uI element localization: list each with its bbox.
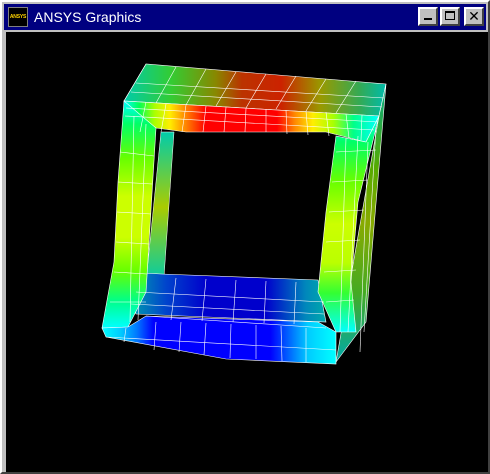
close-icon: ✕ — [468, 8, 480, 25]
app-icon-label: ANSYS — [9, 14, 27, 20]
fem-mesh-render — [101, 63, 387, 365]
minimize-button[interactable] — [418, 7, 438, 26]
minimize-icon — [424, 18, 432, 20]
ansys-graphics-window: ANSYS ANSYS Graphics ✕ — [0, 0, 490, 474]
maximize-icon — [445, 11, 455, 20]
ansys-app-icon[interactable]: ANSYS — [8, 7, 28, 27]
maximize-button[interactable] — [440, 7, 460, 26]
close-button[interactable]: ✕ — [464, 7, 484, 26]
window-title: ANSYS Graphics — [34, 9, 142, 25]
window-controls: ✕ — [416, 7, 484, 26]
title-bar[interactable]: ANSYS ANSYS Graphics ✕ — [4, 4, 486, 30]
graphics-viewport[interactable] — [6, 32, 488, 472]
